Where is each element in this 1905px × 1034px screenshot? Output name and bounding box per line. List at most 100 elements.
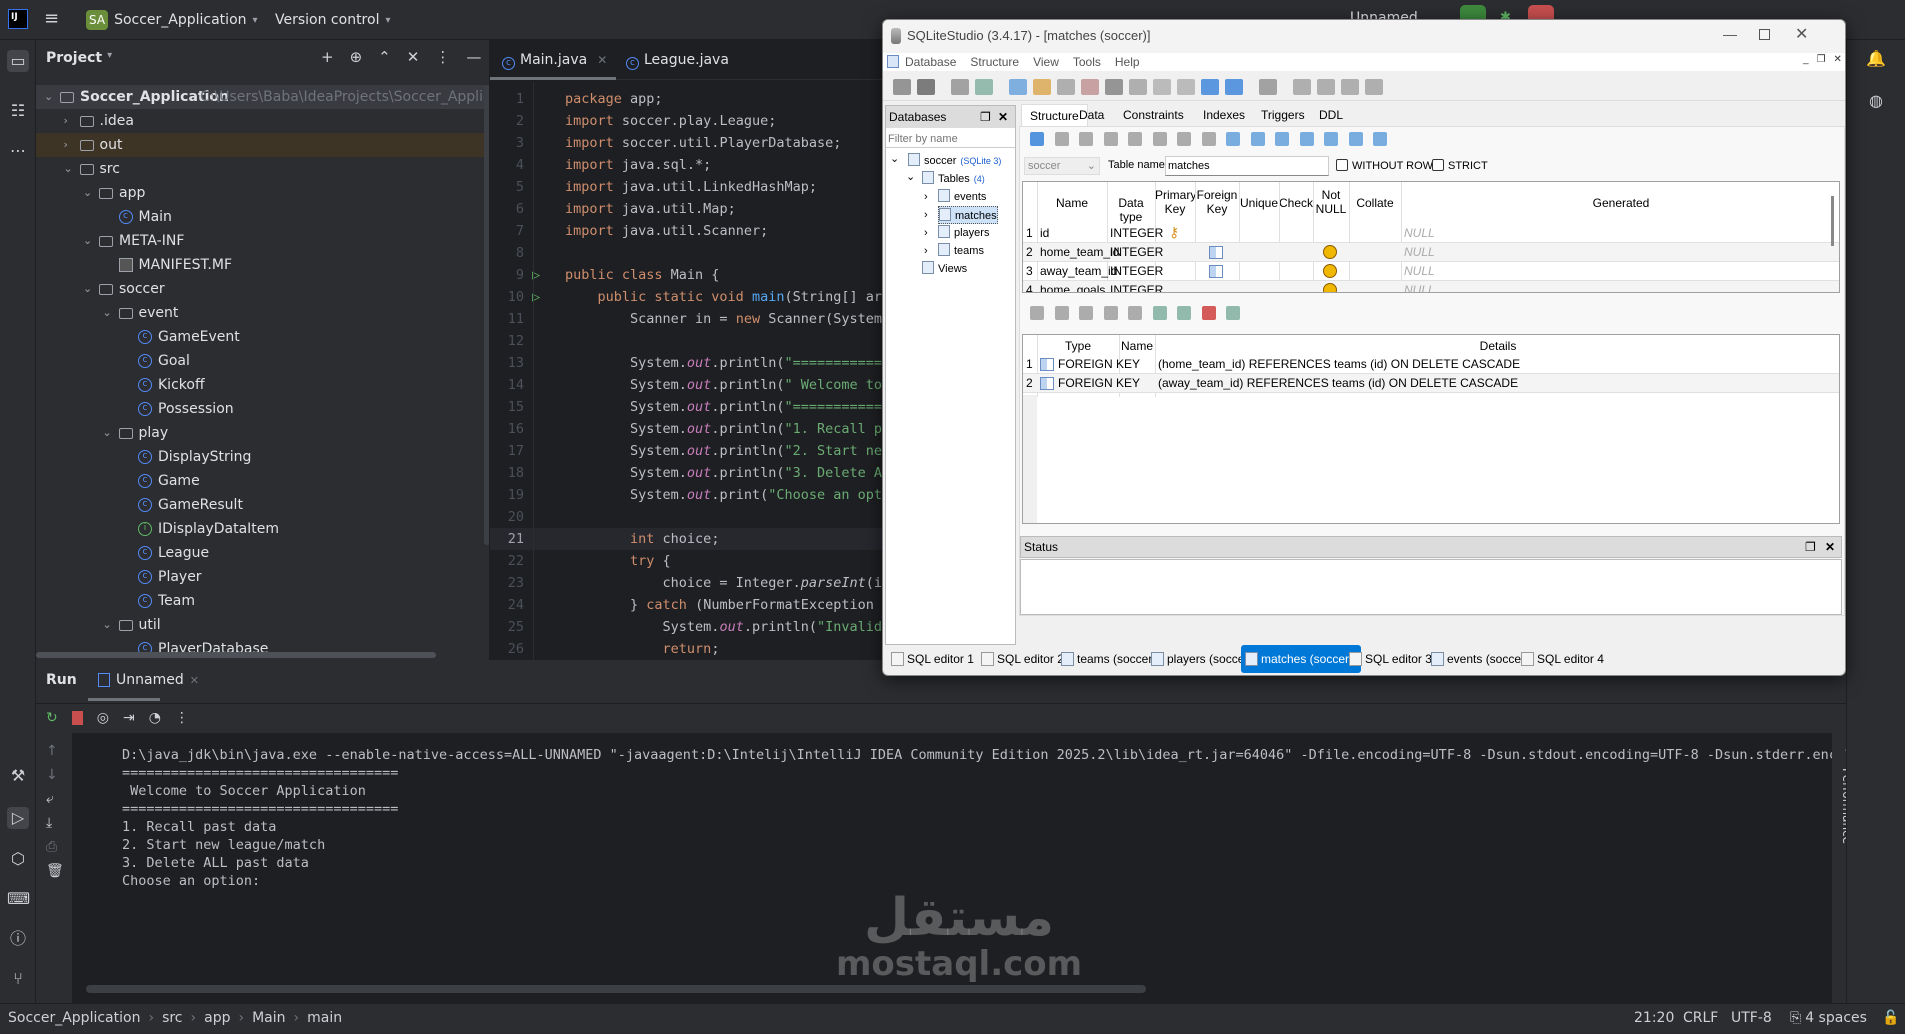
db-tree-item[interactable]: events — [938, 188, 986, 206]
breadcrumb-item[interactable]: Main — [252, 1010, 285, 1026]
db-tree-item[interactable]: teams — [938, 242, 984, 260]
create-view-icon[interactable] — [1129, 79, 1147, 95]
delete-constraint-icon[interactable] — [1079, 306, 1093, 320]
notifications-icon[interactable]: 🔔 — [1865, 48, 1887, 70]
close-dock-icon[interactable]: ✕ — [1825, 537, 1835, 557]
tab-league-java[interactable]: c League.java — [626, 40, 729, 80]
menu-structure[interactable]: Structure — [970, 55, 1019, 69]
code-area[interactable]: 1 package app; 2 import soccer.play.League;… — [490, 82, 890, 660]
move-up-icon[interactable] — [1103, 306, 1118, 320]
add-unique-icon[interactable] — [1201, 306, 1216, 320]
table-name-input[interactable] — [1165, 156, 1329, 176]
options-icon[interactable]: ⋮ — [435, 48, 450, 66]
copy-icon[interactable] — [1348, 132, 1363, 146]
chevron-right-icon[interactable]: › — [924, 206, 928, 224]
structure-icon[interactable]: ☷ — [7, 100, 29, 122]
file-encoding[interactable]: UTF-8 — [1731, 1010, 1772, 1026]
tree-item[interactable]: ⌄ Soccer_Application C:\Users\Baba\IdeaPro… — [36, 85, 489, 109]
run-icon[interactable]: ▷ — [7, 807, 29, 829]
chevron-down-icon[interactable]: ⌄ — [83, 181, 92, 205]
breadcrumb-item[interactable]: main — [307, 1010, 342, 1026]
edit-table-icon[interactable] — [1033, 79, 1051, 95]
tree-item[interactable]: ⌄ play — [36, 421, 489, 445]
hide-icon[interactable]: — — [466, 48, 481, 66]
tree-item[interactable]: ⌄ app — [36, 181, 489, 205]
window-tab[interactable]: events (soccer) — [1427, 645, 1529, 673]
constraints-grid[interactable]: Type Name Details 1 FOREIGN KEY (home_team_id… — [1022, 334, 1840, 524]
tab-data[interactable]: Data — [1071, 104, 1112, 126]
columns-grid[interactable]: Name Data type Primary Key Foreign Key Uniqu… — [1022, 181, 1840, 293]
float-dock-icon[interactable]: ❐ — [980, 106, 991, 128]
chevron-down-icon[interactable]: ⌄ — [103, 421, 112, 445]
column-header[interactable]: Foreign Key — [1195, 188, 1239, 216]
chevron-right-icon[interactable]: › — [924, 224, 928, 242]
profiler-icon[interactable]: ◔ — [149, 710, 161, 726]
run-tab-unnamed[interactable]: Unnamed ✕ — [98, 672, 199, 688]
tree-item[interactable]: c Main — [36, 205, 489, 229]
terminal-icon[interactable]: ⌨ — [7, 888, 30, 910]
column-row[interactable]: 4 home_goals INTEGER NULL — [1023, 281, 1839, 292]
tab-main-java[interactable]: c Main.java ✕ — [502, 40, 607, 80]
services-icon[interactable]: ⬡ — [7, 848, 29, 870]
tree-item[interactable]: c Goal — [36, 349, 489, 373]
add-check-icon[interactable] — [1226, 306, 1240, 320]
strict-checkbox[interactable]: STRICT — [1432, 159, 1488, 172]
chevron-down-icon[interactable]: ⌄ — [906, 170, 915, 183]
scroll-down-icon[interactable]: ↓ — [46, 767, 64, 783]
git-icon[interactable]: ⑂ — [7, 968, 29, 990]
chevron-down-icon[interactable]: ⌄ — [103, 613, 112, 637]
tree-item[interactable]: › out — [36, 133, 489, 157]
lock-icon[interactable]: 🔓 — [1882, 1010, 1899, 1026]
minimize-button[interactable]: — — [1723, 26, 1737, 42]
move-down-icon[interactable] — [1201, 132, 1216, 146]
add-constraint-icon[interactable] — [1030, 306, 1044, 320]
menu-database[interactable]: Database — [905, 55, 956, 69]
menu-view[interactable]: View — [1033, 55, 1059, 69]
column-header[interactable]: Generated — [1401, 196, 1839, 210]
breadcrumb-item[interactable]: Soccer_Application — [8, 1010, 140, 1026]
delete-column-icon[interactable] — [1152, 132, 1167, 146]
constraint-header[interactable]: Type — [1037, 339, 1119, 353]
column-header[interactable]: Check — [1279, 196, 1313, 210]
create-trigger-icon[interactable] — [1299, 132, 1314, 146]
window-tab[interactable]: matches (soccer) — [1241, 645, 1362, 673]
add-constraint-icon[interactable] — [1226, 132, 1240, 146]
db-tree-item[interactable]: Tables (4) — [922, 170, 985, 188]
move-down-icon[interactable] — [1128, 306, 1142, 320]
tree-item[interactable]: c GameResult — [36, 493, 489, 517]
stop-icon[interactable] — [71, 711, 83, 725]
locate-icon[interactable]: ⊕ — [350, 48, 363, 66]
export-icon[interactable] — [1225, 79, 1243, 95]
create-trigger-icon[interactable] — [1081, 79, 1099, 95]
create-table-icon[interactable] — [1009, 79, 1027, 95]
mdi-restore-button[interactable]: ❐ — [1817, 54, 1826, 65]
column-header[interactable]: Unique — [1239, 196, 1279, 210]
breadcrumb-item[interactable]: src — [162, 1010, 182, 1026]
more-tools-icon[interactable]: ⋯ — [7, 140, 29, 162]
db-tree-item[interactable]: matches — [938, 206, 998, 224]
print-icon[interactable]: ⎙ — [46, 839, 64, 855]
rerun-icon[interactable]: ↻ — [46, 710, 58, 726]
build-hammer-icon[interactable]: ⚒ — [7, 765, 29, 787]
chevron-down-icon[interactable]: ⌄ — [890, 152, 899, 165]
tile-windows-icon[interactable] — [1293, 79, 1311, 95]
add-icon[interactable]: + — [321, 48, 334, 66]
main-menu-icon[interactable]: ≡ — [44, 10, 62, 28]
chevron-right-icon[interactable]: › — [64, 133, 68, 157]
mdi-close-button[interactable]: ✕ — [1834, 54, 1842, 65]
ai-assistant-icon[interactable]: ◍ — [1865, 90, 1887, 112]
create-index-icon[interactable] — [1275, 132, 1289, 146]
edit-constraint-icon[interactable] — [1250, 132, 1265, 146]
column-row[interactable]: 1 id INTEGER ⚷ NULL — [1023, 224, 1839, 243]
edit-constraint-icon[interactable] — [1054, 306, 1069, 320]
version-control-menu[interactable]: Version control ▾ — [275, 8, 391, 32]
scroll-to-end-icon[interactable]: ⤓ — [46, 815, 64, 831]
tree-item[interactable]: c DisplayString — [36, 445, 489, 469]
tab-constraints[interactable]: Constraints — [1115, 104, 1192, 126]
chevron-down-icon[interactable]: ⌄ — [44, 85, 53, 109]
cascade-windows-icon[interactable] — [1365, 79, 1383, 95]
export-ddl-icon[interactable] — [1324, 132, 1338, 146]
tile-horizontal-icon[interactable] — [1317, 79, 1335, 95]
chevron-right-icon[interactable]: › — [924, 188, 928, 206]
create-index-icon[interactable] — [1057, 79, 1075, 95]
